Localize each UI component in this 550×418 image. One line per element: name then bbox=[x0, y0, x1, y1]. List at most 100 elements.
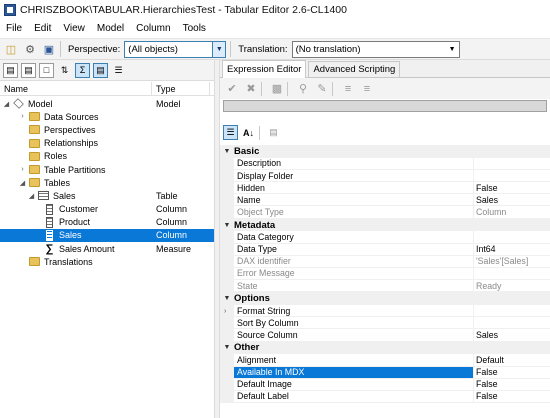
tree-row[interactable]: Relationships bbox=[0, 137, 214, 150]
translation-label: Translation: bbox=[238, 43, 288, 55]
property-row[interactable]: Error Message bbox=[220, 267, 550, 281]
property-row[interactable]: State Ready bbox=[220, 280, 550, 293]
tree-row[interactable]: › Data Sources bbox=[0, 110, 214, 123]
property-value[interactable] bbox=[474, 317, 550, 330]
tree-row[interactable]: ∑ Sales Amount Measure bbox=[0, 242, 214, 255]
menu-tools[interactable]: Tools bbox=[177, 20, 212, 38]
category-basic[interactable]: ▼ Basic bbox=[220, 145, 550, 158]
tree-row[interactable]: ◢ Tables bbox=[0, 176, 214, 189]
property-row[interactable]: Source Column Sales bbox=[220, 329, 550, 342]
column-header-type[interactable]: Type bbox=[152, 82, 210, 95]
collapse-icon[interactable]: ▼ bbox=[220, 148, 234, 155]
property-row[interactable]: Name Sales bbox=[220, 194, 550, 207]
expand-icon[interactable]: › bbox=[224, 308, 226, 315]
expression-editor[interactable] bbox=[223, 100, 547, 112]
property-row[interactable]: Display Folder bbox=[220, 170, 550, 183]
tree-row[interactable]: Roles bbox=[0, 150, 214, 163]
column-header-name[interactable]: Name bbox=[0, 82, 152, 95]
property-value[interactable] bbox=[474, 305, 550, 318]
menu-view[interactable]: View bbox=[57, 20, 91, 38]
comment-icon[interactable]: ≡ bbox=[341, 82, 355, 96]
chevron-right-icon[interactable]: › bbox=[18, 166, 27, 173]
property-value[interactable]: False bbox=[474, 367, 550, 379]
perspective-select[interactable]: (All objects) ▼ bbox=[124, 40, 227, 58]
sort-icon[interactable]: ⇅ bbox=[57, 63, 72, 78]
open-icon[interactable]: ◫ bbox=[3, 41, 19, 57]
collapse-icon[interactable]: ▼ bbox=[220, 295, 234, 302]
show-columns-icon[interactable]: ▤ bbox=[93, 62, 108, 78]
menu-edit[interactable]: Edit bbox=[28, 20, 57, 38]
show-measures-icon[interactable]: Σ bbox=[75, 62, 90, 78]
tree-row[interactable]: ◢ Sales Table bbox=[0, 189, 214, 202]
show-hierarchies-icon[interactable]: ☰ bbox=[111, 63, 126, 78]
property-value[interactable] bbox=[474, 158, 550, 171]
collapse-icon[interactable]: ▼ bbox=[220, 344, 234, 351]
property-row[interactable]: Alignment Default bbox=[220, 354, 550, 367]
folder-icon bbox=[29, 125, 40, 135]
chevron-down-icon[interactable]: ◢ bbox=[27, 192, 36, 200]
connect-icon[interactable]: ⚙ bbox=[22, 41, 38, 57]
replace-icon[interactable]: ✎ bbox=[315, 82, 329, 96]
property-row-selected[interactable]: Available In MDX False bbox=[220, 366, 550, 379]
chevron-down-icon[interactable]: ▼ bbox=[212, 41, 226, 57]
save-icon[interactable]: ▣ bbox=[41, 41, 57, 57]
collapse-icon[interactable]: ▼ bbox=[220, 222, 234, 229]
property-value[interactable]: Default bbox=[474, 354, 550, 367]
tab-advanced-scripting[interactable]: Advanced Scripting bbox=[308, 61, 401, 77]
show-tables-icon[interactable]: ▤ bbox=[3, 62, 18, 78]
property-row[interactable]: DAX identifier 'Sales'[Sales] bbox=[220, 255, 550, 268]
property-row[interactable]: › Format String bbox=[220, 305, 550, 318]
translation-value: (No translation) bbox=[295, 43, 361, 55]
menu-model[interactable]: Model bbox=[91, 20, 130, 38]
alphabetical-icon[interactable]: A↓ bbox=[241, 125, 256, 140]
chevron-down-icon[interactable]: ◢ bbox=[2, 100, 11, 108]
property-value[interactable]: Sales bbox=[474, 329, 550, 342]
category-metadata[interactable]: ▼ Metadata bbox=[220, 218, 550, 232]
property-value[interactable] bbox=[474, 231, 550, 244]
accept-icon[interactable]: ✔ bbox=[225, 82, 239, 96]
tab-expression-editor[interactable]: Expression Editor bbox=[222, 60, 307, 78]
property-value[interactable]: False bbox=[474, 182, 550, 195]
tree-row[interactable]: Translations bbox=[0, 255, 214, 268]
property-row[interactable]: Data Type Int64 bbox=[220, 243, 550, 256]
tree-row[interactable]: Product Column bbox=[0, 216, 214, 229]
property-pages-icon[interactable]: ▤ bbox=[266, 125, 281, 140]
tree-row-label: Roles bbox=[44, 151, 68, 162]
format-icon[interactable]: ▩ bbox=[270, 82, 284, 96]
category-other[interactable]: ▼ Other bbox=[220, 341, 550, 355]
property-row[interactable]: Default Image False bbox=[220, 378, 550, 391]
find-icon[interactable]: ⚲ bbox=[296, 82, 310, 96]
tree-row[interactable]: Customer Column bbox=[0, 203, 214, 216]
translation-select[interactable]: (No translation) ▼ bbox=[291, 40, 460, 58]
property-row[interactable]: Description bbox=[220, 157, 550, 171]
property-value[interactable] bbox=[474, 170, 550, 183]
tree-row[interactable]: › Table Partitions bbox=[0, 163, 214, 176]
property-name: Object Type bbox=[234, 206, 474, 219]
cancel-icon[interactable]: ✖ bbox=[244, 82, 258, 96]
chevron-right-icon[interactable]: › bbox=[18, 113, 27, 120]
chevron-down-icon[interactable]: ◢ bbox=[18, 179, 27, 187]
property-value[interactable]: False bbox=[474, 391, 550, 403]
menu-column[interactable]: Column bbox=[130, 20, 176, 38]
property-value[interactable]: Int64 bbox=[474, 244, 550, 256]
tree-row[interactable]: ◢ Model Model bbox=[0, 97, 214, 110]
property-row[interactable]: Sort By Column bbox=[220, 317, 550, 330]
tree-row-label: Perspectives bbox=[44, 124, 96, 135]
menu-file[interactable]: File bbox=[0, 20, 28, 38]
tree-row[interactable]: Perspectives bbox=[0, 123, 214, 136]
show-hidden-icon[interactable]: ▤ bbox=[21, 62, 36, 78]
property-row[interactable]: Hidden False bbox=[220, 182, 550, 195]
property-row[interactable]: Default Label False bbox=[220, 390, 550, 403]
tree-toolbar: ▤ ▤ □ ⇅ Σ ▤ ☰ bbox=[0, 60, 214, 81]
tree-row-selected[interactable]: Sales Column bbox=[0, 228, 214, 243]
toolbar-separator bbox=[230, 41, 232, 57]
property-value[interactable]: Sales bbox=[474, 194, 550, 207]
uncomment-icon[interactable]: ≡ bbox=[360, 82, 374, 96]
property-value[interactable]: False bbox=[474, 379, 550, 391]
categorized-icon[interactable]: ☰ bbox=[223, 125, 238, 140]
show-folders-icon[interactable]: □ bbox=[39, 62, 54, 78]
property-row[interactable]: Data Category bbox=[220, 231, 550, 244]
category-options[interactable]: ▼ Options bbox=[220, 292, 550, 306]
chevron-down-icon[interactable]: ▼ bbox=[446, 42, 459, 57]
property-row[interactable]: Object Type Column bbox=[220, 206, 550, 219]
